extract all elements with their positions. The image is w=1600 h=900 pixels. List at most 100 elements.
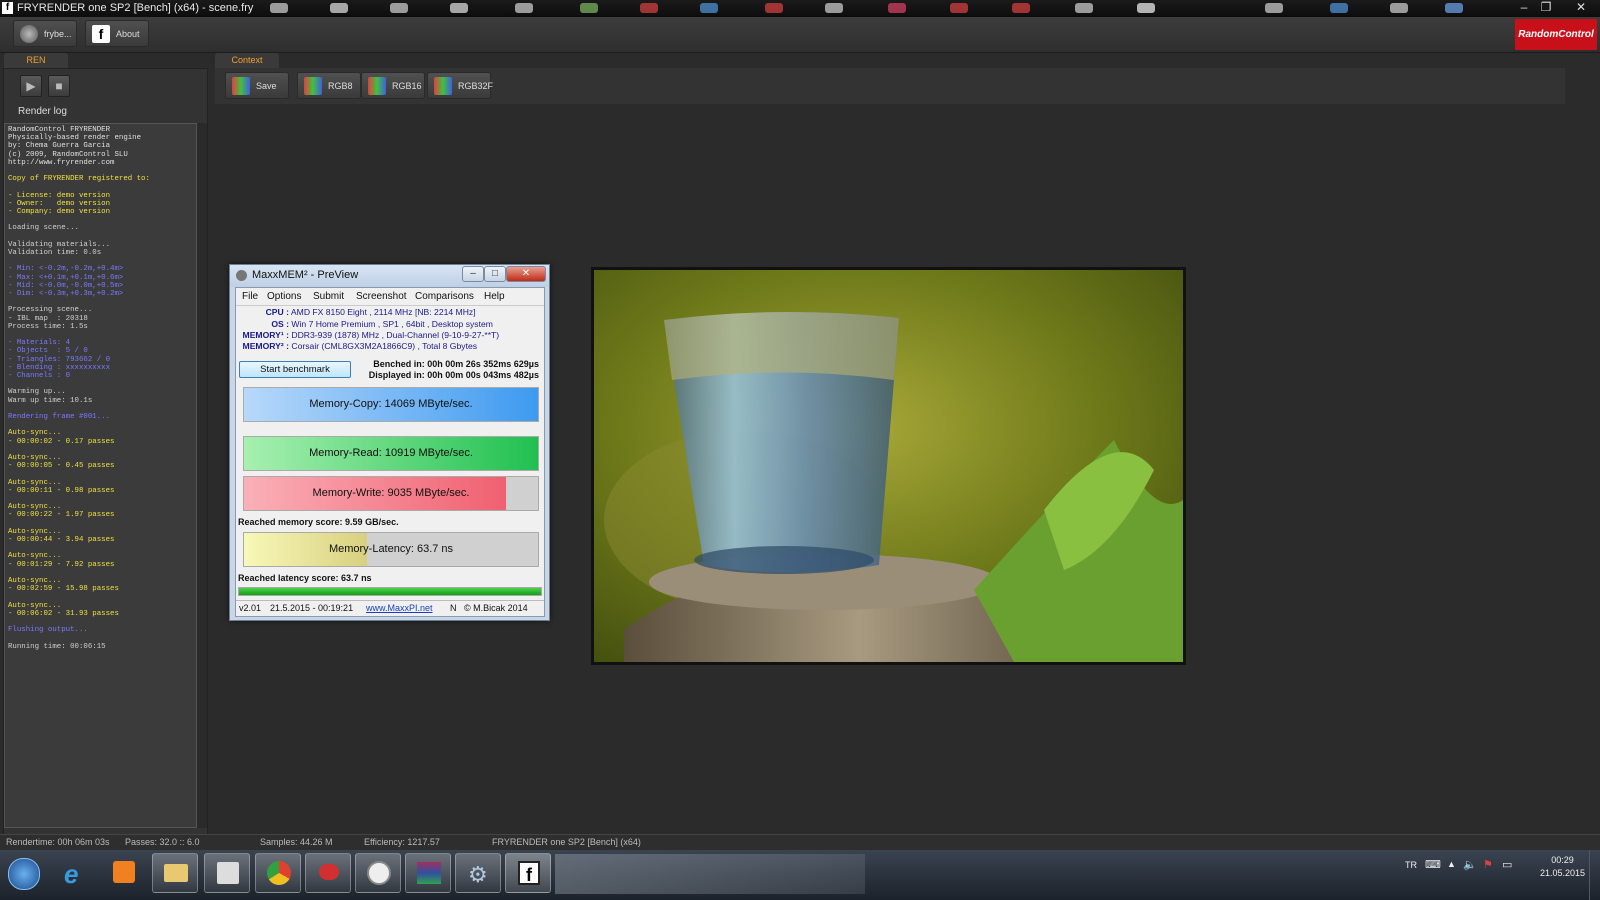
log-line: Processing scene... (8, 306, 93, 315)
log-line: - Channels : 0 (8, 371, 71, 380)
log-line: Copy of FRYRENDER registered to: (8, 175, 150, 184)
log-line: - 00:00:22 - 1.97 passes (8, 511, 115, 520)
taskbar-empty-area (555, 854, 865, 894)
log-line: Auto-sync... (8, 552, 62, 561)
rgb8-button[interactable]: RGB8 (297, 72, 361, 99)
tab-ren[interactable]: REN (4, 53, 68, 68)
log-line: by: Chema Guerra Garcia (8, 142, 111, 151)
winrar-icon (417, 862, 441, 884)
media-player-icon (113, 861, 135, 883)
start-benchmark-button[interactable]: Start benchmark (239, 361, 351, 378)
about-button-label: About (116, 29, 140, 39)
save-button[interactable]: Save (225, 72, 289, 99)
language-indicator[interactable]: TR (1405, 860, 1417, 870)
network-icon[interactable]: ▭ (1502, 858, 1512, 871)
show-hidden-icons-icon[interactable]: ▲ (1447, 859, 1456, 869)
minimize-button[interactable]: – (1514, 0, 1534, 15)
log-line: - 00:02:59 - 15.98 passes (8, 585, 119, 594)
log-line: Auto-sync... (8, 503, 62, 512)
memory-latency-label: Memory-Latency: 63.7 ns (328, 543, 454, 555)
background-icon (1265, 3, 1283, 13)
rgb16-button-label: RGB16 (392, 81, 422, 91)
maxxmem-maximize-button[interactable]: □ (484, 266, 506, 282)
glass-render-picture (594, 270, 1183, 662)
taskbar-explorer[interactable] (152, 853, 198, 893)
log-line: Loading scene... (8, 224, 79, 233)
user-button[interactable]: frybe... (13, 20, 77, 47)
memory-read-label: Memory-Read: 10919 MByte/sec. (309, 447, 473, 459)
maxxmem-close-button[interactable]: ✕ (506, 266, 546, 282)
action-center-flag-icon[interactable]: ⚑ (1483, 858, 1493, 871)
stop-button[interactable]: ■ (48, 75, 70, 97)
taskbar-calendar-app[interactable] (204, 853, 250, 893)
rgb16-icon (368, 77, 386, 95)
log-line: Rendering frame #001... (8, 412, 111, 421)
tab-context[interactable]: Context (215, 53, 279, 68)
log-line: - Blending : xxxxxxxxxx (8, 363, 111, 372)
play-button[interactable]: ▶ (20, 75, 42, 97)
memory1-value: DDR3-939 (1878) MHz , Dual-Channel (9-10… (291, 330, 500, 340)
close-button[interactable]: ✕ (1568, 0, 1594, 15)
render-log: RandomControl FRYRENDER Physically-based … (4, 123, 197, 828)
taskbar-app-ladybug[interactable] (305, 853, 351, 893)
maxxpi-link[interactable]: www.MaxxPI.net (366, 601, 433, 616)
maxxmem-title-bar: MaxxMEM² - PreView – □ ✕ (230, 265, 549, 287)
volume-icon[interactable]: 🔈 (1463, 858, 1477, 871)
maxxmem-minimize-button[interactable]: – (462, 266, 484, 282)
left-tab-strip: REN (0, 53, 210, 68)
background-icon (1390, 3, 1408, 13)
restore-button[interactable]: ❐ (1536, 0, 1556, 15)
clock[interactable]: 00:29 21.05.2015 (1540, 855, 1585, 878)
taskbar-fryrender[interactable]: f (505, 853, 551, 893)
background-icon (765, 3, 783, 13)
status-samples: Samples: 44.26 M (260, 837, 333, 847)
log-line: Auto-sync... (8, 478, 62, 487)
background-icon (580, 3, 598, 13)
log-line: - 00:01:29 - 7.92 passes (8, 560, 115, 569)
maxxmem-title: MaxxMEM² - PreView (252, 269, 359, 281)
taskbar-media-player[interactable] (102, 853, 148, 893)
status-efficiency: Efficiency: 1217.57 (364, 837, 440, 847)
chrome-icon (267, 861, 291, 885)
taskbar-app-gears[interactable]: ⚙ (455, 853, 501, 893)
start-button[interactable] (2, 853, 44, 893)
taskbar-app-compass[interactable] (355, 853, 401, 893)
about-button[interactable]: f About (85, 20, 149, 47)
menu-comparisons[interactable]: Comparisons (415, 291, 474, 302)
background-icon (515, 3, 533, 13)
maxxmem-body: File Options Submit Screenshot Compariso… (235, 287, 545, 617)
log-line: http://www.fryrender.com (8, 158, 115, 167)
taskbar-winrar[interactable] (405, 853, 451, 893)
log-line: - Triangles: 793662 / 0 (8, 355, 111, 364)
displayed-time: Displayed in: 00h 00m 00s 043ms 482µs (368, 370, 539, 380)
os-info: OS : Win 7 Home Premium , SP1 , 64bit , … (239, 319, 493, 329)
log-line: Flushing output... (8, 626, 88, 635)
rgb32f-button[interactable]: RGB32F (427, 72, 493, 99)
taskbar-chrome[interactable] (255, 853, 301, 893)
memory2-value: Corsair (CML8GX3M2A1866C9) , Total 8 Gby… (291, 341, 478, 351)
show-desktop-button[interactable] (1589, 850, 1600, 900)
menu-file[interactable]: File (242, 291, 258, 302)
menu-screenshot[interactable]: Screenshot (356, 291, 407, 302)
keyboard-icon[interactable]: ⌨ (1425, 858, 1441, 871)
taskbar-ie[interactable]: e (52, 853, 98, 893)
background-icon (390, 3, 408, 13)
gears-icon: ⚙ (468, 862, 488, 887)
version: v2.01 (239, 603, 262, 613)
log-line: - Max: <+0.1m,+0.1m,+0.6m> (8, 273, 124, 282)
background-icon (640, 3, 658, 13)
rgb16-button[interactable]: RGB16 (361, 72, 425, 99)
menu-submit[interactable]: Submit (313, 291, 344, 302)
brand-logo: RandomControl (1515, 19, 1597, 50)
benchmark-timing: Benched in: 00h 00m 26s 352ms 629µs Disp… (369, 359, 539, 381)
log-scrollbar[interactable] (197, 123, 207, 828)
user-icon (20, 25, 38, 43)
menu-options[interactable]: Options (267, 291, 301, 302)
background-icon (1137, 3, 1155, 13)
menu-help[interactable]: Help (484, 291, 505, 302)
